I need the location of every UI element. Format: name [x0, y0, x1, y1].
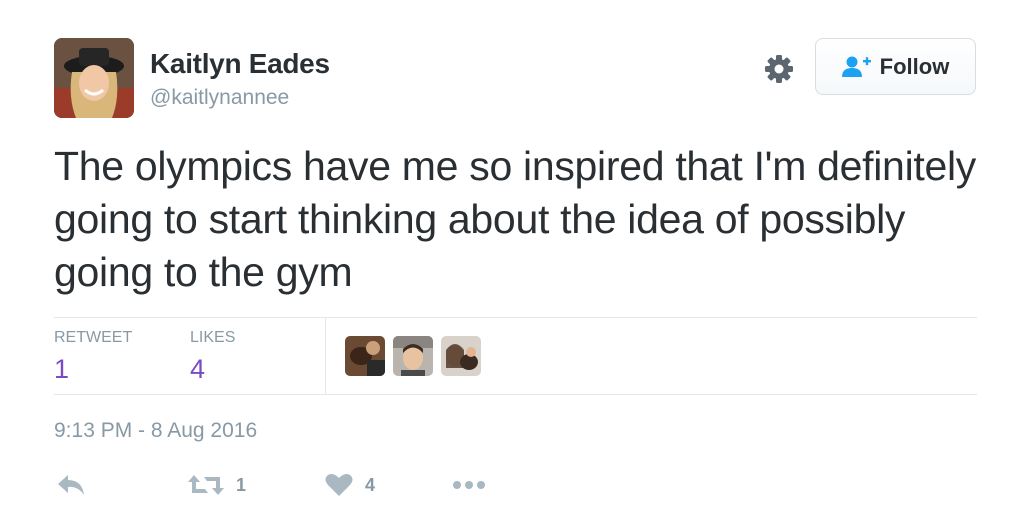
liker-avatar[interactable]	[441, 336, 481, 376]
more-button[interactable]	[452, 470, 486, 500]
gear-icon[interactable]	[763, 53, 795, 85]
retweets-count[interactable]: 1	[54, 354, 69, 385]
divider	[54, 394, 977, 395]
likes-label: LIKES	[190, 329, 236, 346]
heart-icon	[325, 474, 353, 496]
more-icon	[453, 481, 485, 489]
avatar[interactable]	[54, 38, 134, 118]
divider	[54, 317, 977, 318]
liker-avatar[interactable]	[345, 336, 385, 376]
tweet-text: The olympics have me so inspired that I'…	[54, 143, 976, 295]
reply-button[interactable]	[57, 470, 85, 500]
retweet-button[interactable]: 1	[188, 470, 246, 500]
follow-button-label: Follow	[879, 53, 950, 79]
like-count: 4	[365, 474, 376, 495]
like-button[interactable]: 4	[325, 470, 375, 500]
likes-count[interactable]: 4	[190, 354, 205, 385]
retweets-label: RETWEET	[54, 329, 133, 346]
user-display-name[interactable]: Kaitlyn Eades	[150, 48, 330, 80]
user-handle[interactable]: @kaitlynannee	[150, 86, 289, 110]
tweet-timestamp[interactable]: 9:13 PM - 8 Aug 2016	[54, 419, 257, 443]
add-user-icon	[841, 56, 871, 77]
liker-avatar[interactable]	[393, 336, 433, 376]
follow-button[interactable]: Follow	[815, 38, 976, 95]
reply-icon	[58, 475, 84, 495]
stats-divider	[325, 318, 326, 394]
avatar-image	[54, 38, 134, 118]
retweet-icon	[188, 475, 224, 495]
retweet-count: 1	[236, 474, 247, 495]
